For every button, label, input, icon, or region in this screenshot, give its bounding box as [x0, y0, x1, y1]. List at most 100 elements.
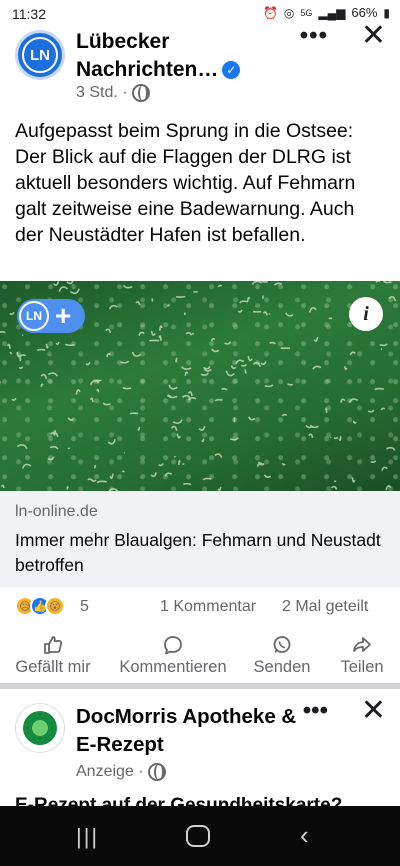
status-time: 11:32 — [12, 6, 46, 22]
algae-strand — [18, 366, 24, 369]
page-name-text[interactable]: Lübecker Nachrichten… — [76, 30, 218, 81]
image-badge-logo: LN — [19, 301, 49, 331]
comments-count[interactable]: 1 Kommentar — [160, 598, 256, 616]
algae-strand — [158, 335, 162, 341]
reaction-count[interactable]: 5 — [80, 598, 89, 616]
algae-strand — [16, 444, 28, 450]
post-actions: Gefällt mir Kommentieren Senden Teilen — [0, 630, 400, 680]
algae-strand — [64, 343, 75, 347]
algae-strand — [235, 359, 245, 365]
comment-button[interactable]: Kommentieren — [106, 630, 240, 680]
post-text: Aufgepasst beim Sprung in die Ostsee: De… — [15, 120, 356, 246]
algae-strand — [251, 281, 263, 285]
algae-strand — [106, 352, 112, 358]
algae-strand — [131, 351, 142, 357]
algae-strand — [120, 360, 130, 364]
algae-strand — [67, 417, 74, 421]
advertiser-name[interactable]: DocMorris Apotheke & E-Rezept — [76, 703, 306, 759]
algae-strand — [385, 485, 392, 491]
algae-strand — [324, 407, 328, 413]
algae-strand — [16, 351, 22, 358]
recent-apps-icon[interactable]: ||| — [76, 824, 99, 850]
algae-strand — [217, 486, 222, 491]
algae-strand — [19, 354, 27, 358]
algae-strand — [338, 436, 342, 442]
advertiser-avatar[interactable] — [15, 703, 65, 753]
algae-strand — [211, 348, 220, 353]
algae-strand — [36, 348, 46, 352]
algae-strand — [180, 366, 192, 370]
algae-strand — [172, 419, 183, 425]
whatsapp-icon — [240, 634, 324, 656]
verified-badge-icon: ✓ — [222, 61, 241, 79]
algae-strand — [333, 436, 339, 440]
algae-strand — [214, 453, 223, 458]
algae-strand — [49, 445, 59, 450]
algae-strand — [348, 398, 359, 403]
algae-strand — [178, 460, 181, 465]
battery-icon: ▮ — [383, 5, 390, 20]
globe-icon — [131, 84, 150, 102]
algae-strand — [47, 456, 55, 461]
algae-strand — [90, 478, 97, 482]
algae-strand — [107, 438, 116, 445]
algae-strand — [281, 462, 286, 466]
algae-strand — [229, 437, 239, 441]
algae-strand — [167, 304, 170, 307]
algae-strand — [176, 295, 186, 298]
reaction-icons[interactable]: 😥 👍 😮 — [15, 596, 65, 616]
home-icon[interactable] — [186, 825, 210, 847]
algae-strand — [89, 397, 94, 403]
algae-strand — [55, 341, 60, 345]
algae-strand — [67, 447, 71, 450]
back-icon[interactable]: ‹ — [300, 820, 309, 851]
more-options-button[interactable]: ••• — [300, 22, 328, 50]
send-button[interactable]: Senden — [240, 630, 324, 680]
ad-more-options-button[interactable]: ••• — [303, 697, 328, 725]
algae-strand — [183, 482, 192, 486]
hide-post-button[interactable]: ✕ — [361, 21, 386, 51]
reactions-summary: 😥 👍 😮 5 1 Kommentar 2 Mal geteilt — [0, 594, 400, 622]
algae-strand — [89, 380, 100, 386]
algae-strand — [281, 413, 288, 417]
info-icon[interactable]: i — [349, 297, 383, 331]
ad-text: E-Rezept auf der Gesundheitskarte? — [15, 795, 343, 807]
algae-strand — [370, 460, 377, 464]
algae-strand — [40, 383, 44, 387]
algae-strand — [340, 398, 346, 403]
ad-hide-button[interactable]: ✕ — [361, 696, 386, 726]
shares-count[interactable]: 2 Mal geteilt — [282, 598, 368, 616]
avatar-logo: LN — [22, 37, 58, 73]
algae-strand — [198, 425, 206, 431]
comment-label: Kommentieren — [119, 658, 227, 676]
image-badge: LN + — [17, 299, 85, 333]
network-type: 5G — [300, 7, 313, 18]
algae-strand — [383, 281, 392, 284]
post-image[interactable]: LN + i — [0, 281, 400, 491]
thumbs-up-icon — [0, 634, 106, 656]
hotspot-icon: ◎ — [283, 5, 295, 20]
algae-strand — [187, 391, 193, 397]
algae-strand — [129, 412, 139, 415]
algae-strand — [108, 304, 118, 310]
link-title[interactable]: Immer mehr Blaualgen: Fehmarn und Neusta… — [15, 528, 387, 578]
post-header: LN Lübecker Nachrichten… ✓ 3 Std. · ••• ✕ — [0, 21, 400, 112]
algae-strand — [221, 387, 228, 391]
algae-strand — [239, 300, 249, 304]
algae-strand — [85, 361, 91, 366]
share-button[interactable]: Teilen — [324, 630, 400, 680]
page-avatar[interactable]: LN — [15, 30, 65, 80]
link-preview[interactable]: ln-online.de Immer mehr Blaualgen: Fehma… — [0, 491, 400, 587]
like-button[interactable]: Gefällt mir — [0, 630, 106, 680]
algae-strand — [230, 365, 237, 370]
sponsored-post: DocMorris Apotheke & E-Rezept Anzeige · … — [0, 689, 400, 809]
post-time[interactable]: 3 Std. · — [76, 84, 128, 102]
page-name[interactable]: Lübecker Nachrichten… ✓ — [76, 28, 256, 84]
algae-strand — [184, 371, 189, 376]
algae-strand — [11, 397, 17, 401]
share-arrow-icon — [324, 634, 400, 656]
algae-strand — [9, 351, 13, 355]
algae-strand — [224, 341, 232, 345]
algae-strand — [94, 464, 97, 469]
algae-strand — [269, 341, 277, 345]
